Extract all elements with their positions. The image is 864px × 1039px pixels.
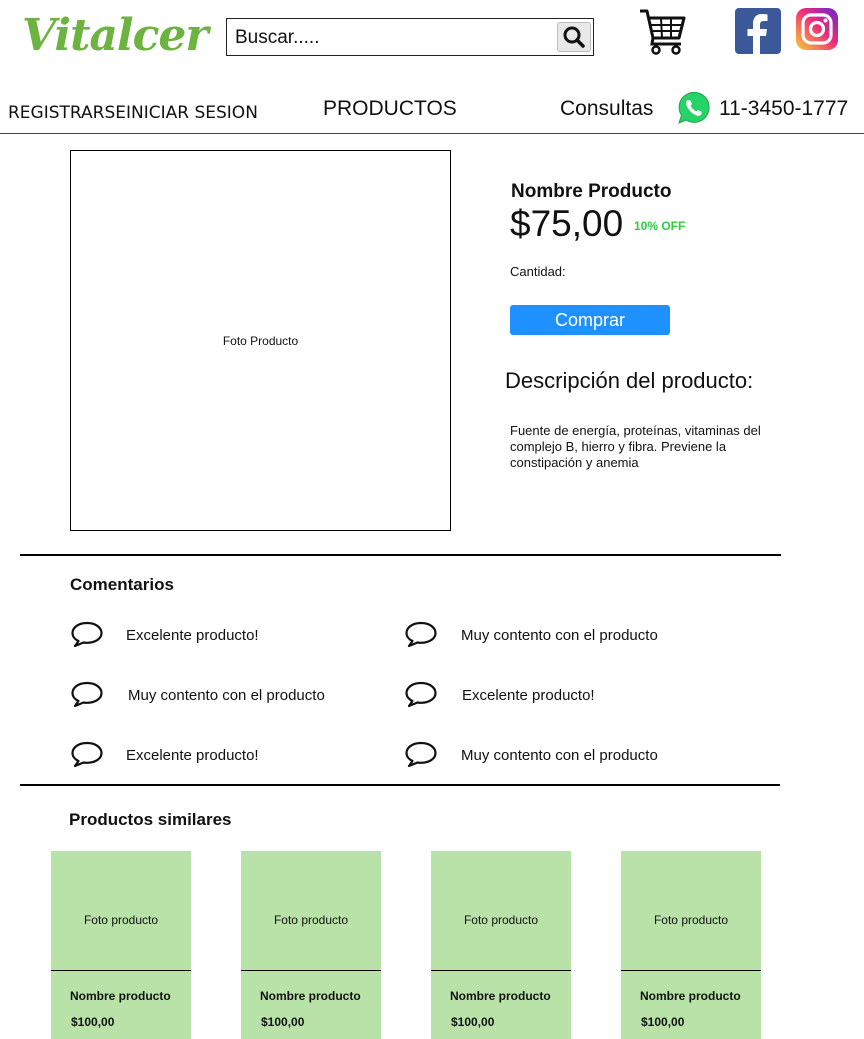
comment-bubble-icon bbox=[404, 680, 438, 708]
quantity-label: Cantidad: bbox=[510, 264, 566, 279]
login-link[interactable]: INICIAR SESION bbox=[126, 103, 258, 123]
similar-product-card[interactable]: Foto producto Nombre producto $100,00 bbox=[431, 851, 571, 1039]
similar-product-card[interactable]: Foto producto Nombre producto $100,00 bbox=[621, 851, 761, 1039]
phone-number[interactable]: 11-3450-1777 bbox=[719, 97, 848, 121]
similar-product-photo-label: Foto producto bbox=[463, 913, 539, 927]
cart-icon[interactable] bbox=[637, 6, 687, 56]
discount-badge: 10% OFF bbox=[634, 219, 686, 233]
comment-text: Muy contento con el producto bbox=[461, 747, 658, 764]
search-box[interactable]: Buscar..... bbox=[226, 18, 594, 56]
similar-product-card[interactable]: Foto producto Nombre producto $100,00 bbox=[51, 851, 191, 1039]
card-divider bbox=[621, 970, 761, 971]
comment-text: Excelente producto! bbox=[126, 747, 259, 764]
comment-text: Excelente producto! bbox=[126, 627, 259, 644]
register-link[interactable]: REGISTRARSE bbox=[8, 103, 126, 123]
comments-divider bbox=[20, 554, 781, 556]
similar-product-name: Nombre producto bbox=[450, 989, 551, 1003]
comment-bubble-icon bbox=[70, 740, 104, 768]
similar-product-name: Nombre producto bbox=[260, 989, 361, 1003]
similar-product-price: $100,00 bbox=[261, 1015, 305, 1029]
brand-logo[interactable]: Vitalcer bbox=[22, 10, 209, 61]
comment-bubble-icon bbox=[70, 620, 104, 648]
comment-bubble-icon bbox=[70, 680, 104, 708]
similar-product-price: $100,00 bbox=[71, 1015, 115, 1029]
search-input[interactable]: Buscar..... bbox=[235, 27, 319, 49]
header-divider bbox=[0, 133, 864, 134]
instagram-icon[interactable] bbox=[796, 8, 838, 50]
comment-text: Muy contento con el producto bbox=[128, 687, 325, 704]
similar-product-photo-label: Foto producto bbox=[653, 913, 729, 927]
product-name: Nombre Producto bbox=[511, 181, 672, 202]
comment-text: Muy contento con el producto bbox=[461, 627, 658, 644]
similar-divider bbox=[20, 784, 780, 786]
card-divider bbox=[431, 970, 571, 971]
search-button[interactable] bbox=[557, 22, 591, 52]
contact-label: Consultas bbox=[560, 97, 654, 120]
description-text: Fuente de energía, proteínas, vitaminas … bbox=[510, 423, 761, 470]
facebook-icon[interactable] bbox=[735, 8, 781, 54]
similar-product-price: $100,00 bbox=[641, 1015, 685, 1029]
buy-button[interactable]: Comprar bbox=[510, 305, 670, 335]
card-divider bbox=[51, 970, 191, 971]
comment-bubble-icon bbox=[404, 740, 438, 768]
similar-product-photo-label: Foto producto bbox=[83, 913, 159, 927]
similar-title: Productos similares bbox=[69, 810, 232, 829]
similar-product-name: Nombre producto bbox=[70, 989, 171, 1003]
similar-product-card[interactable]: Foto producto Nombre producto $100,00 bbox=[241, 851, 381, 1039]
products-link[interactable]: PRODUCTOS bbox=[323, 97, 457, 121]
product-price: $75,00 bbox=[510, 203, 624, 244]
comments-title: Comentarios bbox=[70, 575, 174, 594]
comment-text: Excelente producto! bbox=[462, 687, 595, 704]
similar-product-price: $100,00 bbox=[451, 1015, 495, 1029]
search-icon bbox=[563, 26, 585, 48]
description-title: Descripción del producto: bbox=[505, 368, 754, 393]
product-photo-label: Foto Producto bbox=[222, 334, 299, 348]
similar-product-name: Nombre producto bbox=[640, 989, 741, 1003]
card-divider bbox=[241, 970, 381, 971]
product-photo: Foto Producto bbox=[70, 150, 451, 531]
comment-bubble-icon bbox=[404, 620, 438, 648]
whatsapp-icon[interactable] bbox=[674, 89, 712, 127]
similar-product-photo-label: Foto producto bbox=[273, 913, 349, 927]
